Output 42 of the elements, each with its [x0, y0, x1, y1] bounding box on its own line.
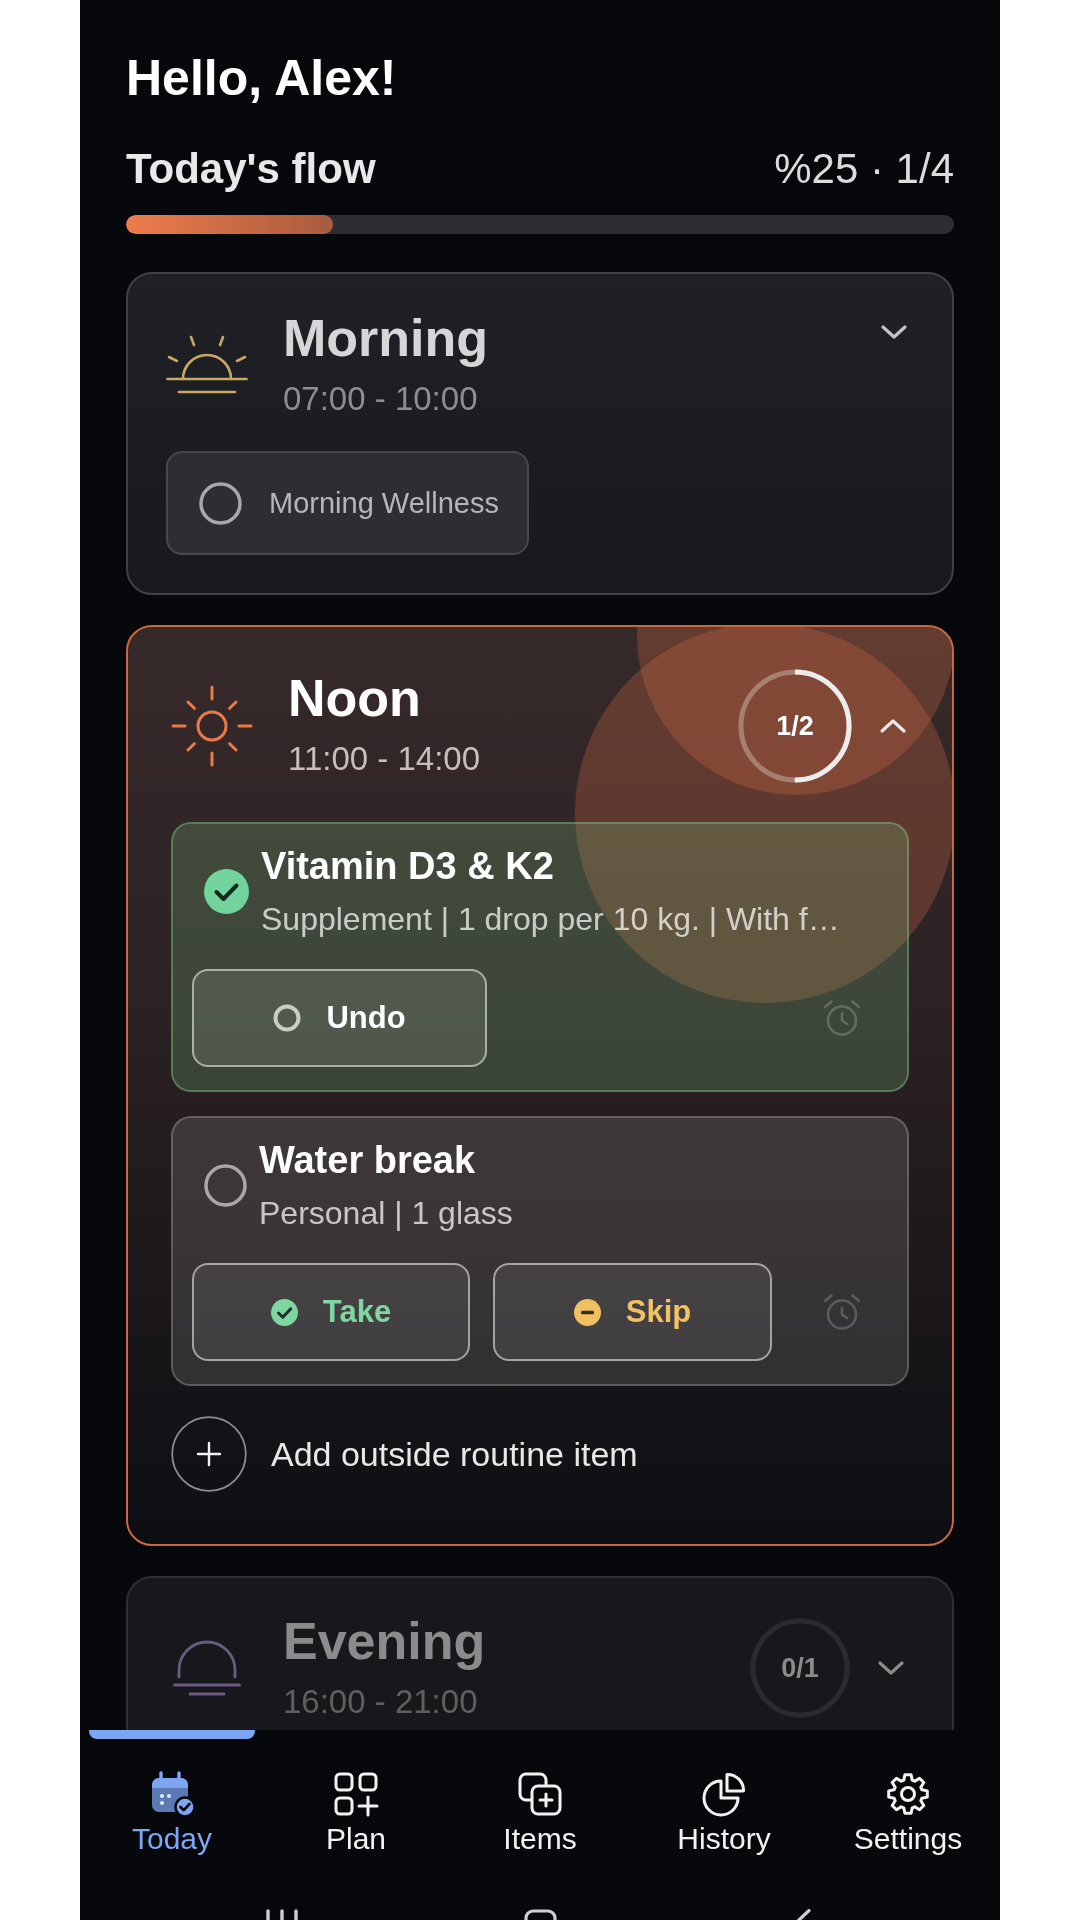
period-time: 11:00 - 14:00	[288, 739, 482, 779]
minus-circle-icon	[573, 1298, 601, 1326]
back-icon[interactable]	[795, 1909, 811, 1920]
progress-summary: %25 · 1/4	[774, 144, 954, 194]
take-button[interactable]: Take	[192, 1263, 470, 1361]
check-circle-icon	[270, 1298, 298, 1326]
add-item-button[interactable]: Add outside routine item	[171, 1416, 638, 1492]
nav-tab[interactable]: Today	[80, 1730, 264, 1900]
nav-tab[interactable]: Plan	[264, 1730, 448, 1900]
sunrise-icon	[166, 334, 248, 395]
undo-button[interactable]: Undo	[192, 969, 487, 1067]
greeting-heading: Hello, Alex!	[126, 49, 398, 108]
empty-circle-icon[interactable]	[199, 481, 242, 525]
routine-chip[interactable]: Morning Wellness	[166, 451, 529, 555]
item-details: Supplement | 1 drop per 10 kg. | With f…	[261, 900, 841, 939]
period-title: Evening	[283, 1611, 487, 1671]
nav-tab[interactable]: Items	[448, 1730, 632, 1900]
empty-circle-icon[interactable]	[204, 1163, 247, 1207]
progress-count: 1/2	[776, 710, 814, 742]
settings-icon	[884, 1770, 932, 1818]
pie-chart-icon	[700, 1770, 748, 1818]
plus-circle-icon	[171, 1416, 247, 1492]
progress-count: 0/1	[781, 1651, 819, 1684]
period-time: 07:00 - 10:00	[283, 379, 479, 419]
grid-plus-icon	[332, 1770, 380, 1818]
item-title: Vitamin D3 & K2	[261, 844, 555, 889]
nav-tab[interactable]: Settings	[816, 1730, 1000, 1900]
check-circle-icon[interactable]	[204, 868, 249, 914]
period-time: 16:00 - 21:00	[283, 1682, 479, 1722]
skip-button[interactable]: Skip	[493, 1263, 772, 1361]
sunset-icon	[173, 1639, 241, 1696]
section-title: Today's flow	[126, 144, 376, 194]
period-title: Noon	[288, 668, 422, 728]
recent-apps-icon[interactable]	[265, 1909, 299, 1920]
copy-plus-icon	[516, 1770, 564, 1818]
item-title: Water break	[259, 1138, 477, 1183]
nav-tab[interactable]: History	[632, 1730, 816, 1900]
period-title: Morning	[283, 308, 490, 368]
item-details: Personal | 1 glass	[259, 1194, 514, 1233]
ring-icon	[273, 1004, 302, 1032]
home-icon[interactable]	[524, 1909, 557, 1920]
sun-icon	[171, 685, 253, 767]
